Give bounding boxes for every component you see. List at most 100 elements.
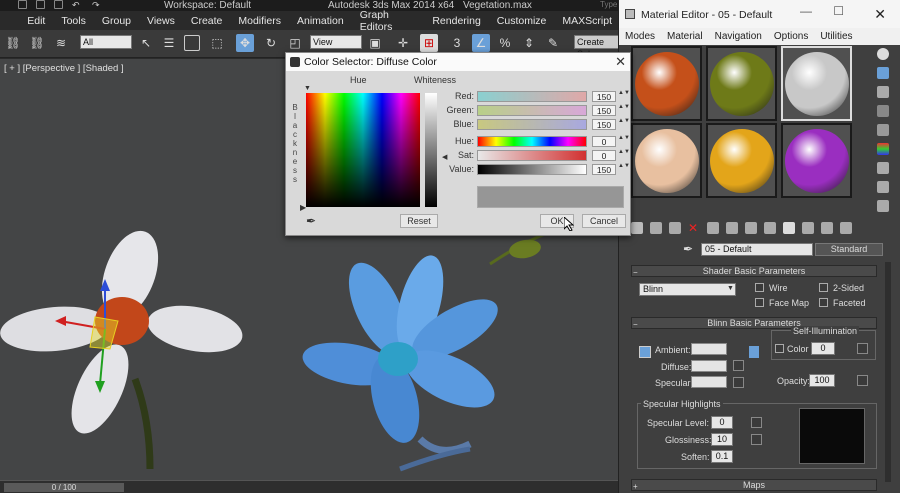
link-icon[interactable]: ⛓ [4, 34, 22, 52]
backlight-icon[interactable] [877, 67, 889, 79]
put-material-icon[interactable] [650, 222, 662, 234]
copy-material-icon[interactable] [707, 222, 719, 234]
color-channel-value[interactable]: 0 [592, 136, 616, 147]
select-object-icon[interactable]: ↖ [137, 34, 155, 52]
spinner-icon[interactable]: ▲▼ [618, 104, 630, 116]
diffuse-map-button[interactable] [733, 360, 744, 371]
menu-animation[interactable]: Animation [289, 15, 352, 27]
menu-maxscript[interactable]: MAXScript [554, 15, 620, 27]
go-to-parent-icon[interactable] [821, 222, 833, 234]
bind-spacewarp-icon[interactable]: ≋ [52, 34, 70, 52]
faceted-checkbox[interactable] [819, 298, 828, 307]
wire-checkbox[interactable] [755, 283, 764, 292]
color-channel-slider[interactable] [477, 150, 587, 161]
rollout-plus-icon[interactable]: + [633, 482, 638, 491]
angle-snap-icon[interactable]: ∠ [472, 34, 490, 52]
color-channel-value[interactable]: 0 [592, 150, 616, 161]
hue-marker[interactable]: ▼ [304, 85, 311, 92]
face-map-checkbox[interactable] [755, 298, 764, 307]
color-channel-slider[interactable] [477, 164, 587, 175]
minimize-icon[interactable]: — [800, 4, 812, 18]
sample-slot[interactable] [781, 123, 852, 198]
soften-value[interactable]: 0.1 [711, 450, 733, 463]
color-channel-value[interactable]: 150 [592, 91, 616, 102]
maps-header[interactable]: Maps [631, 479, 877, 491]
pivot-icon[interactable]: ▣ [366, 34, 384, 52]
color-channel-slider[interactable] [477, 136, 587, 147]
menu-customize[interactable]: Customize [489, 15, 555, 27]
window-crossing-icon[interactable]: ⬚ [208, 34, 226, 52]
get-material-icon[interactable] [631, 222, 643, 234]
color-channel-slider[interactable] [477, 91, 587, 102]
make-preview-icon[interactable] [877, 143, 889, 155]
cancel-button[interactable]: Cancel [582, 214, 626, 228]
show-end-result-icon[interactable] [802, 222, 814, 234]
named-sets-icon[interactable]: ✎ [544, 34, 562, 52]
hue-blackness-spectrum[interactable] [306, 93, 420, 207]
color-channel-slider[interactable] [477, 119, 587, 130]
menu-tools[interactable]: Tools [53, 15, 94, 27]
sample-slot[interactable] [631, 123, 702, 198]
go-forward-sibling-icon[interactable] [840, 222, 852, 234]
workspace-select[interactable]: Workspace: Default [164, 0, 251, 11]
me-menu-material[interactable]: Material [661, 31, 709, 42]
menu-views[interactable]: Views [139, 15, 183, 27]
menu-group[interactable]: Group [94, 15, 139, 27]
percent-snap-icon[interactable]: % [496, 34, 514, 52]
rollout-minus-icon[interactable]: − [633, 268, 638, 277]
manipulate-icon[interactable]: ✛ [394, 34, 412, 52]
create-selection-set[interactable]: Create Sele [574, 35, 620, 59]
spinner-icon[interactable]: ▲▼ [618, 163, 630, 175]
reset-map-icon[interactable]: ✕ [688, 222, 700, 234]
sample-type-icon[interactable] [877, 48, 889, 60]
specular-level-map-button[interactable] [751, 417, 762, 428]
eyedropper-icon[interactable]: ✒ [306, 214, 316, 228]
self-illum-map-button[interactable] [857, 343, 868, 354]
select-by-name-icon[interactable]: ☰ [160, 34, 178, 52]
specular-level-value[interactable]: 0 [711, 416, 733, 429]
snaps-icon[interactable]: 3 [448, 34, 466, 52]
lock-diffuse-specular-icon[interactable] [749, 346, 759, 358]
close-icon[interactable]: ✕ [615, 54, 626, 70]
spinner-icon[interactable]: ▲▼ [618, 118, 630, 130]
close-icon[interactable]: ✕ [874, 6, 886, 23]
make-unique-icon[interactable] [726, 222, 738, 234]
menu-edit[interactable]: Edit [19, 15, 53, 27]
sample-slot[interactable] [631, 46, 702, 121]
sample-slot[interactable] [706, 46, 777, 121]
specular-color-swatch[interactable] [691, 376, 727, 388]
ref-coord-select[interactable]: View [310, 35, 362, 49]
me-menu-utilities[interactable]: Utilities [814, 31, 858, 42]
color-channel-value[interactable]: 150 [592, 119, 616, 130]
assign-material-icon[interactable] [669, 222, 681, 234]
keyboard-shortcut-icon[interactable]: ⊞ [420, 34, 438, 52]
video-color-check-icon[interactable] [877, 124, 889, 136]
save-icon[interactable] [54, 0, 63, 9]
spinner-icon[interactable]: ▲▼ [618, 149, 630, 161]
menu-create[interactable]: Create [183, 15, 231, 27]
self-illum-value[interactable]: 0 [811, 342, 835, 355]
sample-slot[interactable] [706, 123, 777, 198]
scale-icon[interactable]: ◰ [286, 34, 304, 52]
blackness-marker[interactable]: ▶ [300, 203, 306, 212]
self-illum-color-checkbox[interactable] [775, 344, 784, 353]
redo-icon[interactable]: ↷ [92, 0, 100, 11]
material-type-button[interactable]: Standard [815, 243, 883, 256]
undo-icon[interactable]: ↶ [72, 0, 80, 11]
put-to-library-icon[interactable] [745, 222, 757, 234]
options-icon[interactable] [877, 162, 889, 174]
opacity-map-button[interactable] [857, 375, 868, 386]
time-slider[interactable]: 0 / 100 [4, 483, 124, 492]
move-icon[interactable]: ✥ [236, 34, 254, 52]
sample-slot-selected[interactable] [781, 46, 852, 121]
selection-filter[interactable]: All [80, 35, 132, 49]
shader-basic-parameters-header[interactable]: Shader Basic Parameters [631, 265, 877, 277]
color-channel-value[interactable]: 150 [592, 105, 616, 116]
menu-modifiers[interactable]: Modifiers [230, 15, 289, 27]
whiteness-slider[interactable] [425, 93, 437, 207]
material-name-field[interactable]: 05 - Default [701, 243, 813, 256]
spinner-snap-icon[interactable]: ⇕ [520, 34, 538, 52]
open-icon[interactable] [36, 0, 45, 9]
unlink-icon[interactable]: ⛓ [28, 34, 46, 52]
eyedropper-icon[interactable]: ✒ [683, 242, 693, 256]
